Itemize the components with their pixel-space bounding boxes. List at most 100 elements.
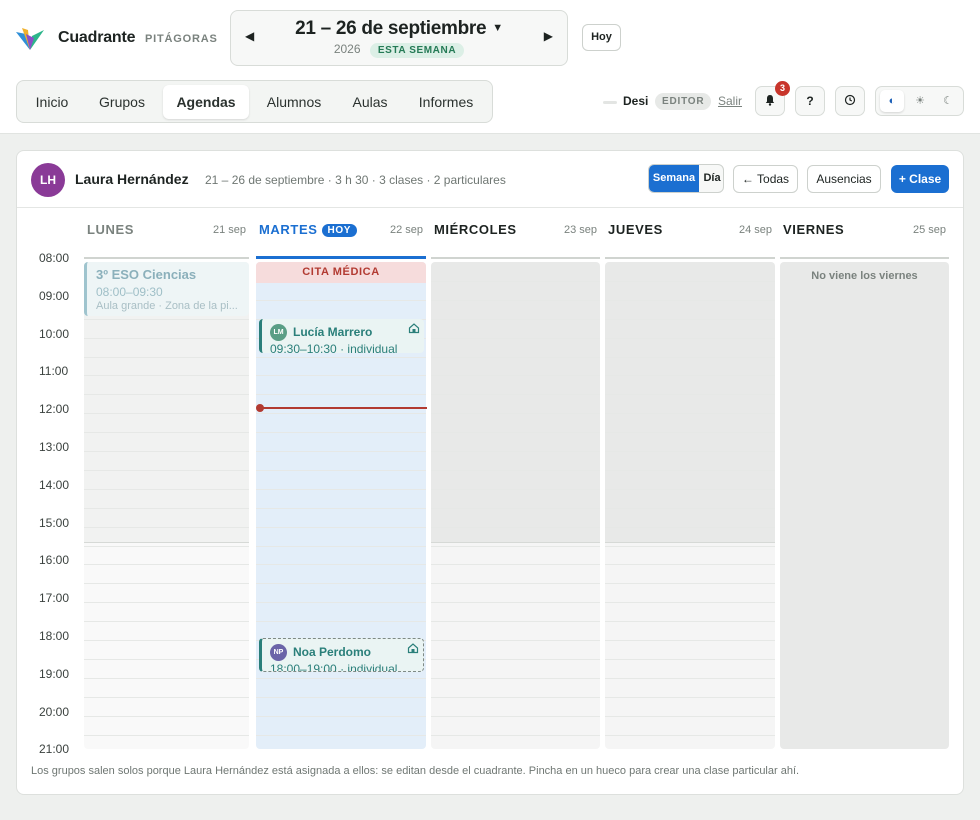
grid-line <box>256 545 426 547</box>
grid-line <box>84 394 249 396</box>
grid-line <box>605 602 775 604</box>
notifications-button[interactable]: 3 <box>755 81 790 116</box>
app-name: Cuadrante <box>58 29 136 46</box>
tab-grupos[interactable]: Grupos <box>89 85 155 119</box>
evening-slots <box>84 542 249 749</box>
home-icon <box>408 323 420 334</box>
grid-line <box>605 469 775 471</box>
grid-line <box>605 621 775 623</box>
grid-line <box>256 356 426 358</box>
view-day-button[interactable]: Día <box>699 165 723 192</box>
current-time-line <box>259 407 427 409</box>
grid-line <box>605 299 775 301</box>
grid-line <box>431 621 600 623</box>
tab-informes[interactable]: Informes <box>409 85 483 119</box>
chevron-right-icon[interactable]: ▶ <box>544 29 553 43</box>
grid-line <box>431 545 600 547</box>
all-agendas-button[interactable]: ← Todas <box>733 165 798 193</box>
tab-aulas[interactable]: Aulas <box>343 85 397 119</box>
group-class-room: Aula grande · Zona de la pi... <box>96 300 238 312</box>
grid-line <box>431 715 600 717</box>
grid-line <box>84 715 249 717</box>
today-button[interactable]: Hoy <box>582 24 621 51</box>
grid-line <box>84 658 249 660</box>
day-underline <box>256 256 426 259</box>
grid-line <box>605 564 775 566</box>
tab-inicio[interactable]: Inicio <box>25 85 79 119</box>
absence-block[interactable]: CITA MÉDICA <box>256 262 426 283</box>
grid-line <box>84 356 249 358</box>
private-class-time: 09:30–10:30 · individual <box>270 342 398 353</box>
day-column-monday[interactable] <box>84 262 249 749</box>
day-date: 25 sep <box>912 224 946 236</box>
evening-slots <box>605 542 775 749</box>
contrast-icon[interactable]: ◐ <box>880 90 904 112</box>
grid-line <box>431 583 600 585</box>
footnote: Los grupos salen solos porque Laura Hern… <box>31 765 800 777</box>
sun-icon[interactable]: ☀ <box>908 90 932 112</box>
week-range-title: 21 – 26 de septiembre <box>295 18 487 39</box>
view-toggle: Semana Día <box>648 164 724 193</box>
grid-line <box>84 621 249 623</box>
day-date: 21 sep <box>212 224 246 236</box>
grid-line <box>605 658 775 660</box>
day-date: 22 sep <box>389 224 423 236</box>
day-name: JUEVES <box>608 222 663 237</box>
grid-line <box>431 375 600 377</box>
day-column-thursday[interactable] <box>605 262 775 749</box>
private-class-event[interactable]: LM Lucía Marrero 09:30–10:30 · individua… <box>259 319 424 353</box>
grid-line <box>431 658 600 660</box>
grid-line <box>256 413 426 415</box>
tab-agendas[interactable]: Agendas <box>163 85 249 119</box>
group-class-event[interactable]: 3º ESO Ciencias 08:00–09:30 Aula grande … <box>84 262 249 316</box>
evening-slots <box>431 542 600 749</box>
school-name: PITÁGORAS <box>145 33 218 45</box>
hour-label: 18:00 <box>39 629 70 643</box>
grid-line <box>431 640 600 641</box>
grid-line <box>605 375 775 377</box>
day-underline <box>431 257 600 259</box>
grid-line <box>431 318 600 320</box>
grid-line <box>605 526 775 528</box>
add-class-button[interactable]: + Clase <box>891 165 949 193</box>
help-button[interactable]: ? <box>795 86 825 116</box>
grid-line <box>256 469 426 471</box>
week-range-selector[interactable]: 21 – 26 de septiembre ▼ <box>231 18 567 40</box>
grid-line <box>605 734 775 736</box>
grid-line <box>256 451 426 452</box>
logout-link[interactable]: Salir <box>718 94 742 108</box>
moon-icon[interactable]: ☾ <box>936 90 960 112</box>
hour-label: 20:00 <box>39 704 70 719</box>
grid-line <box>431 280 600 282</box>
grid-line <box>256 526 426 528</box>
hour-label: 21:00 <box>39 742 70 757</box>
day-underline <box>605 257 775 259</box>
day-underline <box>780 257 949 259</box>
view-week-button[interactable]: Semana <box>649 165 699 192</box>
grid-line <box>84 337 249 339</box>
grid-line <box>84 432 249 434</box>
hour-label: 10:00 <box>39 326 70 341</box>
day-column-wednesday[interactable] <box>431 262 600 749</box>
teacher-name: Laura Hernández <box>75 171 189 187</box>
friday-unavailable-note: No viene los viernes <box>811 270 918 282</box>
grid-line <box>431 564 600 566</box>
grid-line <box>256 488 426 490</box>
clock-button[interactable] <box>835 86 865 116</box>
grid-line <box>84 451 249 452</box>
absences-button[interactable]: Ausencias <box>807 165 881 193</box>
hour-label: 19:00 <box>39 666 70 681</box>
day-header-tuesday: MARTES HOY 22 sep <box>256 209 426 259</box>
grid-line <box>256 564 426 566</box>
theme-switcher: ◐ ☀ ☾ <box>875 86 964 116</box>
tab-alumnos[interactable]: Alumnos <box>257 85 331 119</box>
grid-line <box>256 432 426 434</box>
grid-line <box>605 677 775 679</box>
grid-line <box>256 734 426 736</box>
main-nav: Inicio Grupos Agendas Alumnos Aulas Info… <box>16 80 493 123</box>
private-class-event[interactable]: NP Noa Perdomo 18:00–19:00 · individual <box>259 638 424 672</box>
group-class-title: 3º ESO Ciencias <box>96 267 197 282</box>
chevron-down-icon: ▼ <box>492 22 503 34</box>
grid-line <box>84 507 249 509</box>
grid-line <box>256 602 426 604</box>
